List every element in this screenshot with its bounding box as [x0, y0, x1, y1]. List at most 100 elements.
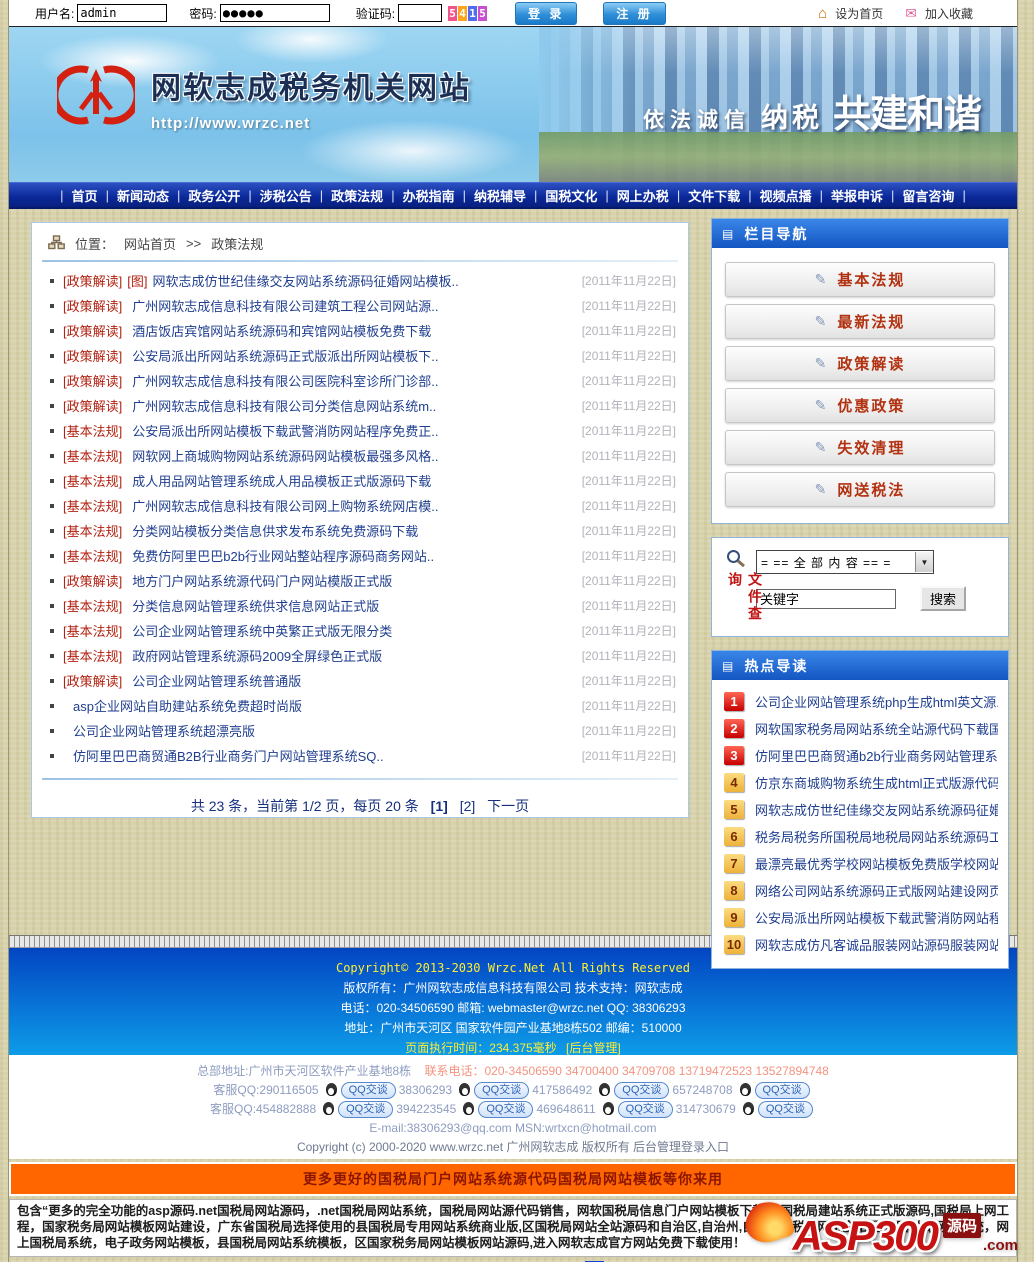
article-title-link[interactable]: 分类信息网站管理系统供求信息网站正式版 [132, 596, 379, 615]
nav-separator: | [962, 187, 966, 203]
article-date: [2011年11月22日] [581, 474, 676, 488]
nav-item-7[interactable]: 国税文化 [537, 186, 605, 205]
article-category: [基本法规] [63, 524, 123, 539]
nav-item-9[interactable]: 文件下载 [680, 186, 748, 205]
nav-item-4[interactable]: 政策法规 [323, 186, 391, 205]
admin-link[interactable]: [后台管理] [566, 1041, 621, 1055]
rank-badge: 7 [724, 854, 744, 873]
article-title-link[interactable]: 广州网软志成信息科技有限公司网上购物系统网店模.. [132, 496, 438, 515]
nav-item-5[interactable]: 办税指南 [395, 186, 463, 205]
page-2-link[interactable]: [2] [460, 798, 476, 814]
article-title-link[interactable]: 仿阿里巴巴商贸通B2B行业商务门户网站管理系统SQ.. [73, 746, 384, 765]
bottom-copyright-line: Copyright (c) 2000-2020 www.wrzc.net 广州网… [9, 1138, 1017, 1157]
qq-chat-badge[interactable]: QQ交谈 [757, 1101, 813, 1118]
add-favorite-link[interactable]: 加入收藏 [925, 5, 973, 22]
qq-chat-badge[interactable]: QQ交谈 [614, 1082, 670, 1099]
article-title-link[interactable]: 成人用品网站管理系统成人用品模板正式版源码下载 [132, 471, 431, 490]
qq-chat-badge[interactable]: QQ交谈 [474, 1082, 530, 1099]
article-title-link[interactable]: 地方门户网站系统源代码门户网站模版正式版 [132, 571, 392, 590]
qq-chat-badge[interactable]: QQ交谈 [478, 1101, 534, 1118]
hot-read-link[interactable]: 公安局派出所网站模板下载武警消防网站程.. [755, 908, 998, 927]
qq-penguin-icon [463, 1102, 475, 1115]
username-label: 用户名: [35, 6, 75, 21]
qq-chat-badge[interactable]: QQ交谈 [617, 1101, 673, 1118]
article-title-link[interactable]: 分类网站模板分类信息供求发布系统免费源码下载 [132, 521, 418, 540]
search-button[interactable]: 搜索 [920, 586, 966, 611]
qq-chat-badge[interactable]: QQ交谈 [338, 1101, 394, 1118]
article-title-link[interactable]: 公司企业网站管理系统普通版 [132, 671, 301, 690]
hot-read-link[interactable]: 网软志成仿世纪佳缘交友网站系统源码征婚.. [755, 800, 998, 819]
username-input[interactable] [77, 4, 168, 22]
nav-item-1[interactable]: 新闻动态 [109, 186, 177, 205]
article-date: [2011年11月22日] [581, 549, 676, 563]
article-title-link[interactable]: 免费仿阿里巴巴b2b行业网站整站程序源码商务网站.. [132, 546, 434, 565]
nav-item-2[interactable]: 政务公开 [180, 186, 248, 205]
main-area: 位置： 网站首页 >> 政策法规 [政策解读] [图] 网软志成仿世纪佳缘交友网… [9, 209, 1017, 969]
qq-number: 454882888 [256, 1102, 317, 1116]
article-title-link[interactable]: 政府网站管理系统源码2009全屏绿色正式版 [132, 646, 382, 665]
login-button[interactable]: 登 录 [515, 1, 578, 25]
breadcrumb-home[interactable]: 网站首页 [124, 234, 176, 253]
article-category: [基本法规] [63, 549, 123, 564]
article-title-link[interactable]: 广州网软志成信息科技有限公司分类信息网站系统m.. [132, 396, 436, 415]
qq-service-row: 客服QQ:454882888 QQ交谈 394223545 QQ交谈 469648611… [9, 1100, 1017, 1119]
article-title-link[interactable]: 网软志成仿世纪佳缘交友网站系统源码征婚网站模板.. [152, 271, 458, 290]
pagination: 共 23 条，当前第 1/2 页，每页 20 条 [1] [2] 下一页 [32, 796, 688, 816]
nav-item-11[interactable]: 举报申诉 [823, 186, 891, 205]
article-row: [基本法规] 网软网上商城购物网站系统源码网站模板最强多风格.. [2011年1… [32, 443, 688, 468]
article-date: [2011年11月22日] [581, 424, 676, 438]
nav-item-0[interactable]: 首页 [64, 186, 106, 205]
bullet-icon [50, 678, 54, 683]
hot-read-link[interactable]: 网软志成仿凡客诚品服装网站源码服装网站.. [755, 935, 998, 954]
hot-read-link[interactable]: 税务局税务所国税局地税局网站系统源码工.. [755, 827, 998, 846]
captcha-input[interactable] [398, 4, 443, 22]
sidebar-category-button[interactable]: ✎ 失效清理 [725, 430, 995, 465]
keyword-input[interactable] [756, 588, 896, 609]
article-title-link[interactable]: 广州网软志成信息科技有限公司建筑工程公司网站源.. [132, 296, 438, 315]
rank-badge: 5 [724, 800, 744, 819]
qq-penguin-icon [602, 1102, 614, 1115]
next-page-link[interactable]: 下一页 [487, 798, 529, 814]
article-title-link[interactable]: 公安局派出所网站系统源码正式版派出所网站模板下.. [132, 346, 438, 365]
hot-read-link[interactable]: 仿阿里巴巴商贸通b2b行业商务网站管理系.. [755, 746, 998, 765]
qq-penguin-icon [739, 1083, 751, 1096]
sidebar-category-button[interactable]: ✎ 政策解读 [725, 346, 995, 381]
article-title-link[interactable]: asp企业网站自助建站系统免费超时尚版 [73, 696, 302, 715]
sidebar-category-button[interactable]: ✎ 网送税法 [725, 472, 995, 507]
content-select[interactable]: = == 全 部 内 容 == = ▼ [756, 550, 934, 574]
article-title-link[interactable]: 广州网软志成信息科技有限公司医院科室诊所门诊部.. [132, 371, 438, 390]
article-title-link[interactable]: 网软网上商城购物网站系统源码网站模板最强多风格.. [132, 446, 438, 465]
set-homepage-link[interactable]: 设为首页 [835, 5, 883, 22]
article-title-link[interactable]: 酒店饭店宾馆网站系统源码和宾馆网站模板免费下载 [132, 321, 431, 340]
nav-item-3[interactable]: 涉税公告 [252, 186, 320, 205]
hot-read-link[interactable]: 网软国家税务局网站系统全站源代码下载国.. [755, 719, 998, 738]
sidebar-category-button[interactable]: ✎ 基本法规 [725, 262, 995, 297]
breadcrumb-label: 位置： [75, 237, 115, 252]
admin-login-link[interactable]: 后台管理登录入口 [633, 1140, 729, 1154]
register-button[interactable]: 注 册 [603, 1, 666, 25]
article-category: [政策解读] [63, 324, 123, 339]
sidebar-category-button[interactable]: ✎ 最新法规 [725, 304, 995, 339]
hq-address: 总部地址:广州市天河区软件产业基地8栋 [197, 1064, 412, 1078]
qq-number: 417586492 [532, 1083, 593, 1097]
hot-read-link[interactable]: 网络公司网站系统源码正式版网站建设网页.. [755, 881, 998, 900]
chevron-down-icon[interactable]: ▼ [915, 552, 933, 572]
nav-item-8[interactable]: 网上办税 [609, 186, 677, 205]
hot-read-link[interactable]: 仿京东商城购物系统生成html正式版源代码.. [755, 773, 998, 792]
sidebar-category-button[interactable]: ✎ 优惠政策 [725, 388, 995, 423]
nav-item-12[interactable]: 留言咨询 [894, 186, 962, 205]
page-container: 用户名: 密码: 验证码: 5415 登 录 注 册 ⌂ 设为首页 ✉ 加入收藏 [8, 0, 1018, 1262]
qq-chat-badge[interactable]: QQ交谈 [754, 1082, 810, 1099]
qq-row-label: 客服QQ: [213, 1083, 260, 1097]
nav-item-10[interactable]: 视频点播 [752, 186, 820, 205]
nav-item-6[interactable]: 纳税辅导 [466, 186, 534, 205]
article-title-link[interactable]: 公司企业网站管理系统超漂亮版 [73, 721, 255, 740]
password-input[interactable] [219, 4, 330, 22]
hot-read-link[interactable]: 公司企业网站管理系统php生成html英文源.. [755, 692, 998, 711]
article-title-link[interactable]: 公安局派出所网站模板下载武警消防网站程序免费正.. [132, 421, 438, 440]
article-title-link[interactable]: 公司企业网站管理系统中英繁正式版无限分类 [132, 621, 392, 640]
hot-read-link[interactable]: 最漂亮最优秀学校网站模板免费版学校网站.. [755, 854, 998, 873]
article-row: [基本法规] 分类信息网站管理系统供求信息网站正式版 [2011年11月22日] [32, 593, 688, 618]
page-1-link[interactable]: [1] [431, 798, 448, 814]
qq-chat-badge[interactable]: QQ交谈 [340, 1082, 396, 1099]
